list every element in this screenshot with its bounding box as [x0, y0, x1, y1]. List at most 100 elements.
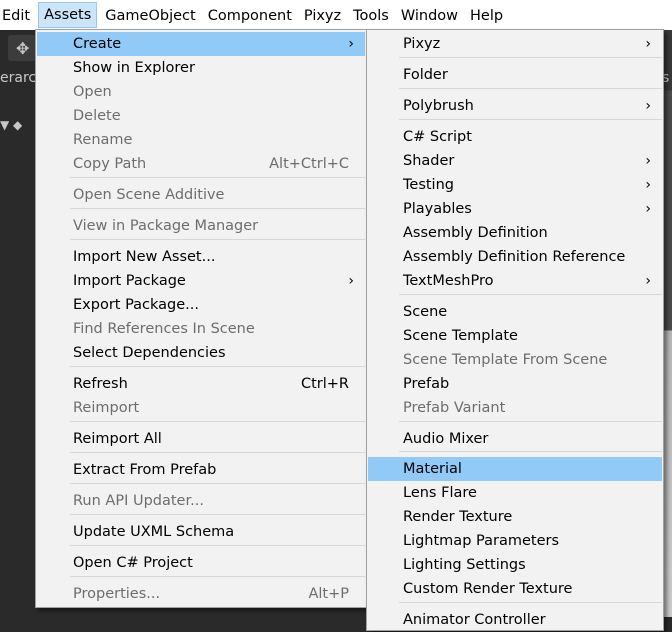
menu-separator: [70, 514, 365, 515]
menu-separator: [399, 421, 662, 422]
assets-item-open-c-project[interactable]: Open C# Project: [37, 551, 365, 575]
menu-item-label: Rename: [73, 132, 133, 148]
assets-item-create[interactable]: Create ›: [37, 32, 365, 56]
menu-item-label: Extract From Prefab: [73, 462, 217, 478]
menu-separator: [399, 88, 662, 89]
shortcut-label: Ctrl+R: [300, 376, 349, 392]
menu-separator: [399, 451, 662, 452]
create-item-render-texture[interactable]: Render Texture: [368, 505, 662, 529]
assets-item-import-new-asset[interactable]: Import New Asset...: [37, 245, 365, 269]
create-item-pixyz[interactable]: Pixyz ›: [368, 32, 662, 56]
menu-item-label: Open: [73, 84, 112, 100]
assets-item-show-in-explorer[interactable]: Show in Explorer: [37, 56, 365, 80]
menu-item-label: Reimport: [73, 400, 140, 416]
assets-item-update-uxml-schema[interactable]: Update UXML Schema: [37, 520, 365, 544]
create-item-lens-flare[interactable]: Lens Flare: [368, 481, 662, 505]
menu-item-label: Assembly Definition: [403, 225, 548, 241]
create-item-audio-mixer[interactable]: Audio Mixer: [368, 427, 662, 451]
menu-item-label: Render Texture: [403, 509, 513, 525]
create-item-lighting-settings[interactable]: Lighting Settings: [368, 553, 662, 577]
menu-pixyz[interactable]: Pixyz: [298, 2, 347, 28]
hierarchy-tab-label[interactable]: erarc: [0, 70, 36, 86]
menu-window[interactable]: Window: [395, 2, 464, 28]
assets-item-extract-from-prefab[interactable]: Extract From Prefab: [37, 458, 365, 482]
menu-separator: [70, 421, 365, 422]
menu-item-label: Lens Flare: [403, 485, 477, 501]
create-item-assembly-definition[interactable]: Assembly Definition: [368, 221, 662, 245]
chevron-right-icon: ›: [645, 177, 651, 193]
create-item-lightmap-parameters[interactable]: Lightmap Parameters: [368, 529, 662, 553]
menu-item-label: Audio Mixer: [403, 431, 489, 447]
menu-item-label: Pixyz: [403, 36, 441, 52]
create-item-scene[interactable]: Scene: [368, 300, 662, 324]
menu-item-label: Open C# Project: [73, 555, 193, 571]
assets-item-select-dependencies[interactable]: Select Dependencies: [37, 341, 365, 365]
menu-item-label: Scene Template: [403, 328, 518, 344]
menu-separator: [70, 366, 365, 367]
menu-tools[interactable]: Tools: [347, 2, 395, 28]
menu-assets[interactable]: Assets: [38, 2, 98, 28]
assets-item-properties: Properties... Alt+P: [37, 582, 365, 606]
menu-item-label: Testing: [403, 177, 454, 193]
menu-separator: [70, 483, 365, 484]
assets-item-run-api-updater: Run API Updater...: [37, 489, 365, 513]
assets-item-open: Open: [37, 80, 365, 104]
menu-separator: [70, 452, 365, 453]
menu-item-label: Import New Asset...: [73, 249, 216, 265]
menu-item-label: Polybrush: [403, 98, 474, 114]
assets-menu: Create › Show in Explorer Open Delete Rename C…: [35, 29, 367, 608]
assets-item-export-package[interactable]: Export Package...: [37, 293, 365, 317]
chevron-right-icon: ›: [348, 273, 354, 289]
assets-item-import-package[interactable]: Import Package ›: [37, 269, 365, 293]
menu-item-label: Animator Controller: [403, 612, 546, 628]
menu-edit[interactable]: Edit: [0, 2, 36, 28]
menu-item-label: Find References In Scene: [73, 321, 255, 337]
create-item-textmeshpro[interactable]: TextMeshPro ›: [368, 269, 662, 293]
menu-item-label: Copy Path: [73, 156, 147, 172]
create-item-assembly-definition-reference[interactable]: Assembly Definition Reference: [368, 245, 662, 269]
create-item-scene-template[interactable]: Scene Template: [368, 324, 662, 348]
create-item-prefab-variant: Prefab Variant: [368, 396, 662, 420]
create-item-custom-render-texture[interactable]: Custom Render Texture: [368, 577, 662, 601]
menu-separator: [70, 576, 365, 577]
menu-item-label: Assembly Definition Reference: [403, 249, 626, 265]
menu-item-label: Custom Render Texture: [403, 581, 573, 597]
menu-item-label: Shader: [403, 153, 455, 169]
create-item-playables[interactable]: Playables ›: [368, 197, 662, 221]
menu-item-label: Scene Template From Scene: [403, 352, 608, 368]
menu-item-label: Open Scene Additive: [73, 187, 225, 203]
chevron-right-icon: ›: [645, 36, 651, 52]
create-item-prefab[interactable]: Prefab: [368, 372, 662, 396]
menu-component[interactable]: Component: [202, 2, 298, 28]
create-item-testing[interactable]: Testing ›: [368, 173, 662, 197]
menu-item-label: Show in Explorer: [73, 60, 195, 76]
menu-gameobject[interactable]: GameObject: [99, 2, 201, 28]
assets-item-rename: Rename: [37, 128, 365, 152]
menu-item-label: Material: [403, 461, 462, 477]
assets-item-refresh[interactable]: Refresh Ctrl+R: [37, 372, 365, 396]
menu-item-label: TextMeshPro: [403, 273, 494, 289]
create-item-c-script[interactable]: C# Script: [368, 125, 662, 149]
menu-separator: [399, 57, 662, 58]
menu-separator: [399, 602, 662, 603]
create-item-animator-controller[interactable]: Animator Controller: [368, 608, 662, 632]
menu-item-label: Run API Updater...: [73, 493, 204, 509]
create-item-shader[interactable]: Shader ›: [368, 149, 662, 173]
create-item-material[interactable]: Material: [368, 457, 662, 481]
menu-separator: [70, 177, 365, 178]
menu-separator: [399, 119, 662, 120]
chevron-right-icon: ›: [348, 36, 354, 52]
shortcut-label: Alt+P: [308, 586, 349, 602]
menu-separator: [399, 294, 662, 295]
menu-help[interactable]: Help: [464, 2, 509, 28]
menu-separator: [70, 545, 365, 546]
assets-item-reimport-all[interactable]: Reimport All: [37, 427, 365, 451]
menu-item-label: Prefab: [403, 376, 450, 392]
create-item-polybrush[interactable]: Polybrush ›: [368, 94, 662, 118]
assets-item-copy-path: Copy Path Alt+Ctrl+C: [37, 152, 365, 176]
menu-item-label: Delete: [73, 108, 121, 124]
menu-item-label: C# Script: [403, 129, 472, 145]
menu-item-label: Reimport All: [73, 431, 162, 447]
create-item-folder[interactable]: Folder: [368, 63, 662, 87]
create-submenu: Pixyz › Folder Polybrush › C# Script Shader › Te…: [366, 29, 664, 631]
